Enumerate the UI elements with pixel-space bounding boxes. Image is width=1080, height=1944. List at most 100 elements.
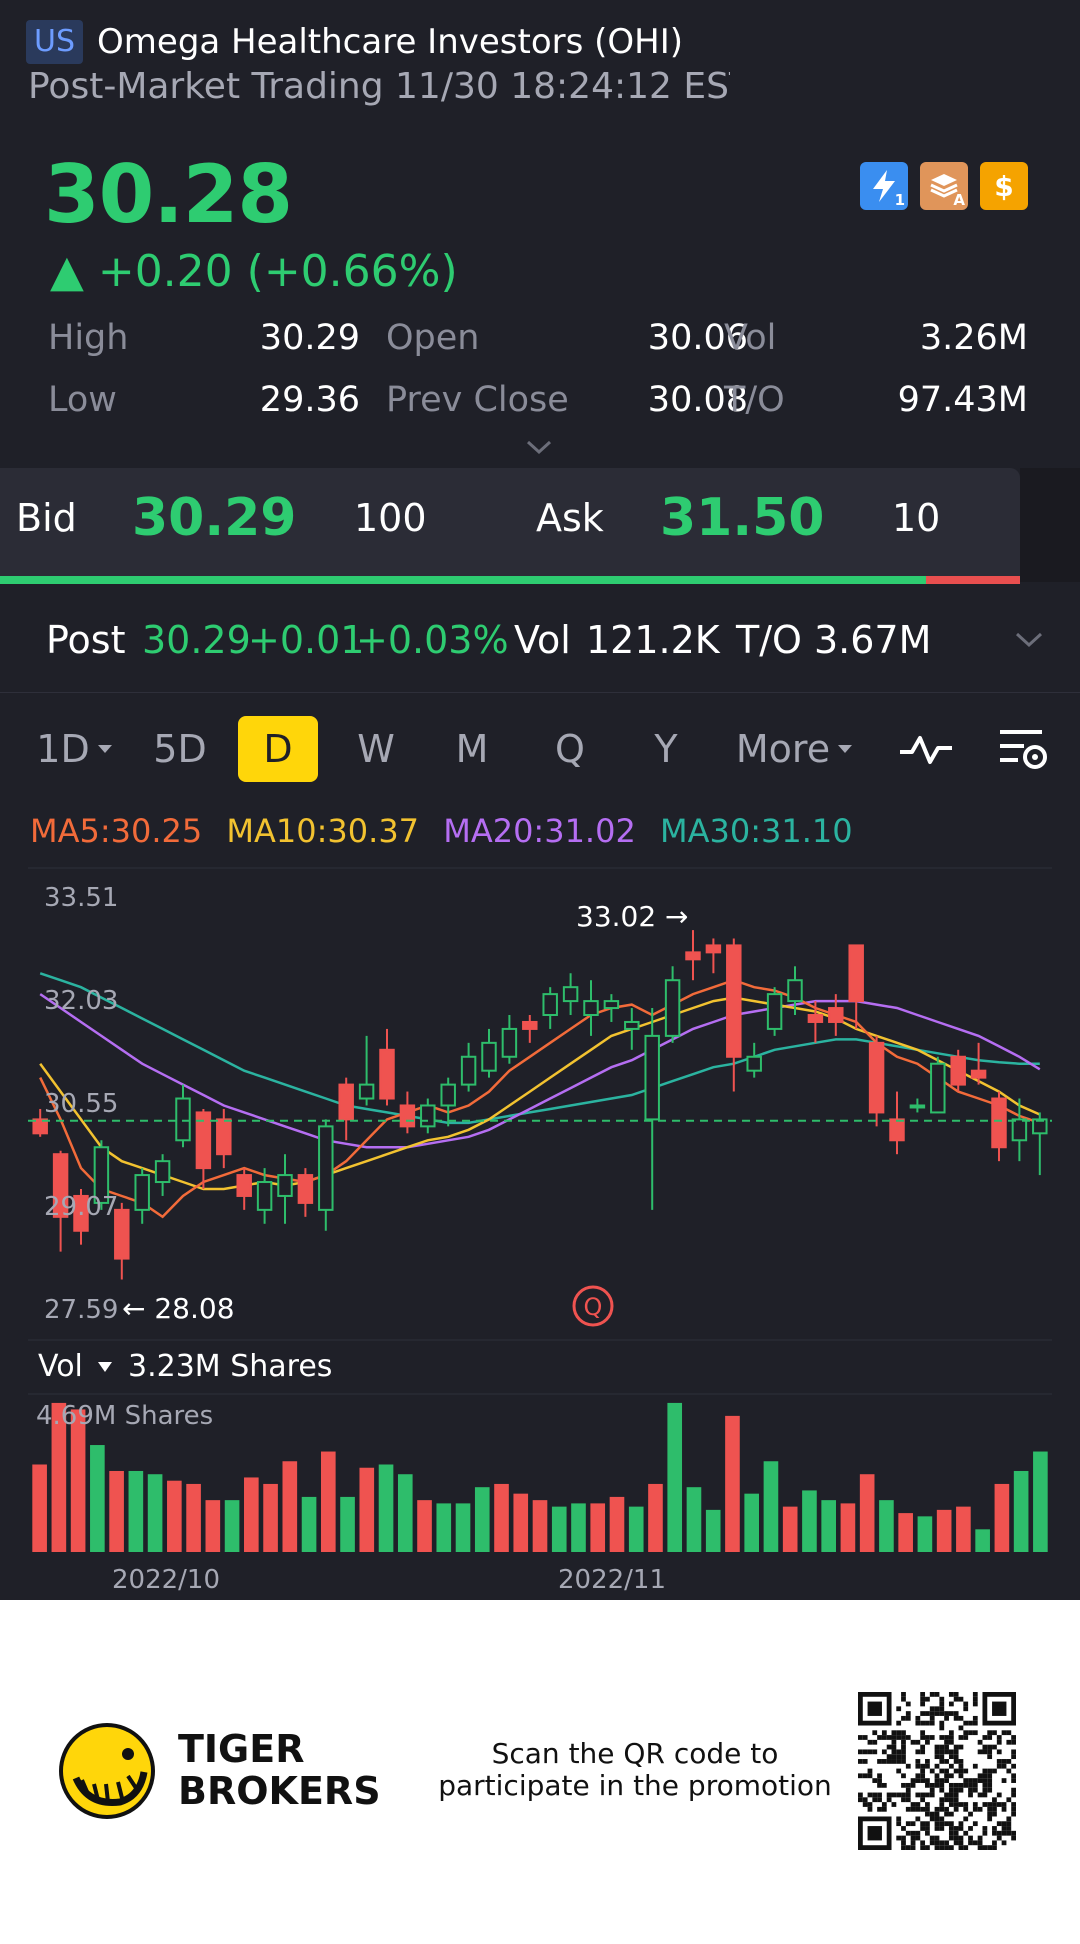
volume-bar	[320, 1451, 336, 1552]
volume-bar	[744, 1493, 760, 1552]
candle	[970, 1042, 987, 1085]
candle	[930, 1056, 946, 1114]
low-label: Low	[48, 380, 117, 420]
candle-body	[256, 1181, 273, 1211]
candle-body	[705, 944, 722, 954]
volume-bar	[397, 1474, 413, 1552]
candle-body	[399, 1104, 416, 1128]
candle	[624, 1008, 640, 1050]
volume-bar	[590, 1503, 606, 1552]
bid-label: Bid	[16, 496, 77, 540]
candle-body	[930, 1062, 946, 1114]
candle	[216, 1108, 232, 1169]
candle-body	[440, 1083, 456, 1107]
y-tick-label: 33.51	[44, 883, 118, 913]
candle	[1032, 1112, 1048, 1176]
candle	[950, 1049, 966, 1092]
volume-bar	[705, 1509, 721, 1552]
ma5-value: MA5:30.25	[30, 812, 203, 850]
candle-body	[664, 979, 681, 1037]
price-change: ▲ +0.20 (+0.66%)	[50, 246, 458, 297]
volume-bar	[205, 1500, 221, 1552]
candlestick-chart[interactable]: 33.51 32.03 30.55 29.07 27.59 33.02 → ← 28.0…	[0, 860, 1080, 1600]
tab-more[interactable]: More	[730, 716, 860, 782]
candle-body	[358, 1083, 375, 1100]
stack-icon[interactable]: A	[920, 162, 968, 210]
chevron-down-icon[interactable]	[1014, 628, 1044, 652]
dollar-icon[interactable]: $	[980, 162, 1028, 210]
tab-1d[interactable]: 1D	[30, 716, 120, 782]
candle	[175, 1084, 191, 1148]
ma30-value: MA30:31.10	[659, 812, 853, 850]
period-tabs: 1D 5D D W M Q Y More	[0, 700, 1080, 796]
candle	[807, 1001, 824, 1043]
low-annotation: ← 28.08	[122, 1292, 235, 1325]
candle-body	[1011, 1118, 1028, 1142]
volume-bar	[109, 1470, 124, 1552]
candle	[501, 1015, 518, 1064]
volume-bar	[32, 1464, 47, 1552]
lightning-icon[interactable]: 1	[860, 162, 908, 210]
turnover-label: T/O	[724, 380, 785, 420]
volume-header[interactable]: Vol 3.23M Shares	[38, 1349, 332, 1384]
candle-body	[950, 1055, 966, 1086]
volume-bar	[167, 1480, 182, 1552]
volume-bar	[128, 1470, 144, 1552]
qr-code[interactable]	[858, 1692, 1016, 1850]
volume-bar	[667, 1402, 683, 1552]
indicator-icon[interactable]	[898, 728, 954, 772]
candle-body	[787, 979, 803, 1003]
candle	[379, 1028, 395, 1106]
candle	[766, 987, 783, 1036]
ask-label: Ask	[536, 496, 604, 540]
bid-ask-panel: Bid 30.29 100 Ask 31.50 10	[0, 468, 1020, 576]
candle-body	[644, 1034, 660, 1121]
candle-body	[297, 1174, 314, 1204]
vol-value: 3.26M	[919, 318, 1028, 358]
candle-body	[562, 986, 579, 1003]
candle-body	[154, 1160, 171, 1184]
tab-y[interactable]: Y	[626, 716, 706, 782]
tab-m[interactable]: M	[432, 716, 512, 782]
tiger-brokers-logo	[59, 1723, 155, 1819]
chart-settings-icon[interactable]	[996, 724, 1050, 776]
candle	[440, 1077, 456, 1127]
volume-bar	[90, 1445, 105, 1552]
bid-ask-side-panel	[1020, 468, 1080, 582]
volume-bar	[282, 1461, 298, 1552]
candle-body	[685, 951, 701, 961]
candle-body	[583, 1000, 599, 1017]
volume-bar	[455, 1503, 471, 1552]
candle-body	[175, 1097, 191, 1142]
tab-d[interactable]: D	[238, 716, 318, 782]
tab-5d[interactable]: 5D	[140, 716, 220, 782]
ask-ratio-bar	[926, 576, 1020, 584]
chevron-down-icon[interactable]	[524, 432, 554, 462]
candle-body	[624, 1020, 640, 1030]
tab-w[interactable]: W	[336, 716, 416, 782]
caret-down-icon	[838, 745, 853, 753]
candle-body	[420, 1104, 436, 1128]
candle	[297, 1168, 314, 1217]
volume-bar	[763, 1461, 779, 1552]
candle	[562, 973, 579, 1016]
candle	[583, 980, 599, 1036]
volume-bar	[686, 1487, 702, 1552]
candle-body	[277, 1174, 293, 1197]
post-market-row[interactable]: Post 30.29 +0.01 +0.03% Vol 121.2K T/O 3…	[0, 588, 1080, 693]
candle	[154, 1154, 171, 1196]
candle	[726, 938, 742, 1092]
open-label: Open	[386, 318, 480, 358]
candle-body	[216, 1118, 232, 1156]
earnings-event-icon[interactable]: Q	[572, 1285, 614, 1327]
volume-bar	[898, 1513, 913, 1552]
candle	[889, 1091, 905, 1155]
volume-bar	[263, 1483, 278, 1552]
volume-bar	[725, 1415, 740, 1552]
volume-max-label: 4.69M Shares	[36, 1401, 213, 1431]
event-marker-label: Q	[584, 1293, 603, 1321]
volume-bar	[147, 1474, 163, 1552]
tab-q[interactable]: Q	[530, 716, 610, 782]
candle	[542, 987, 558, 1029]
candle	[603, 994, 620, 1022]
